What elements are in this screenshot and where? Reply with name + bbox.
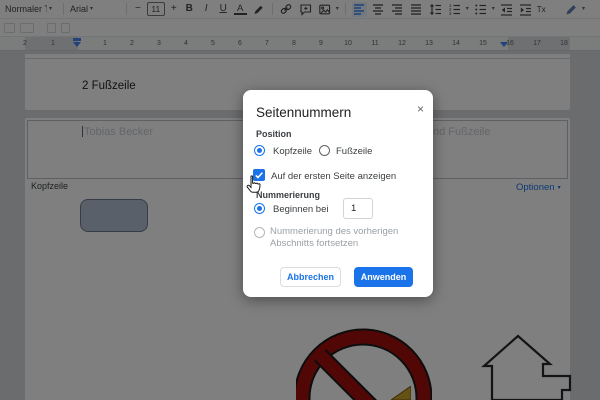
apply-button[interactable]: Anwenden	[354, 267, 413, 287]
begin-at-label[interactable]: Beginnen bei	[273, 204, 328, 215]
numbering-section-label: Nummerierung	[256, 190, 321, 200]
begin-at-input[interactable]	[343, 198, 373, 219]
dialog-title: Seitennummern	[256, 105, 352, 120]
radio-footer[interactable]	[319, 145, 330, 156]
position-section-label: Position	[256, 129, 292, 139]
page-numbers-dialog: Seitennummern × Position Kopfzeile Fußze…	[243, 90, 433, 297]
pointer-hand-cursor	[246, 175, 262, 194]
continue-previous-label: Nummerierung des vorherigen Abschnitts f…	[270, 226, 399, 249]
show-on-first-page-label[interactable]: Auf der ersten Seite anzeigen	[271, 171, 396, 182]
radio-header-label[interactable]: Kopfzeile	[273, 146, 312, 157]
radio-footer-label[interactable]: Fußzeile	[336, 146, 372, 157]
radio-header[interactable]	[254, 145, 265, 156]
radio-continue-previous	[254, 227, 265, 238]
google-docs-window: Normaler T... ▾ Arial ▾ − 11 + B I U A	[0, 0, 600, 400]
close-icon[interactable]: ×	[417, 103, 424, 115]
cancel-button[interactable]: Abbrechen	[280, 267, 341, 287]
radio-begin-at[interactable]	[254, 203, 265, 214]
